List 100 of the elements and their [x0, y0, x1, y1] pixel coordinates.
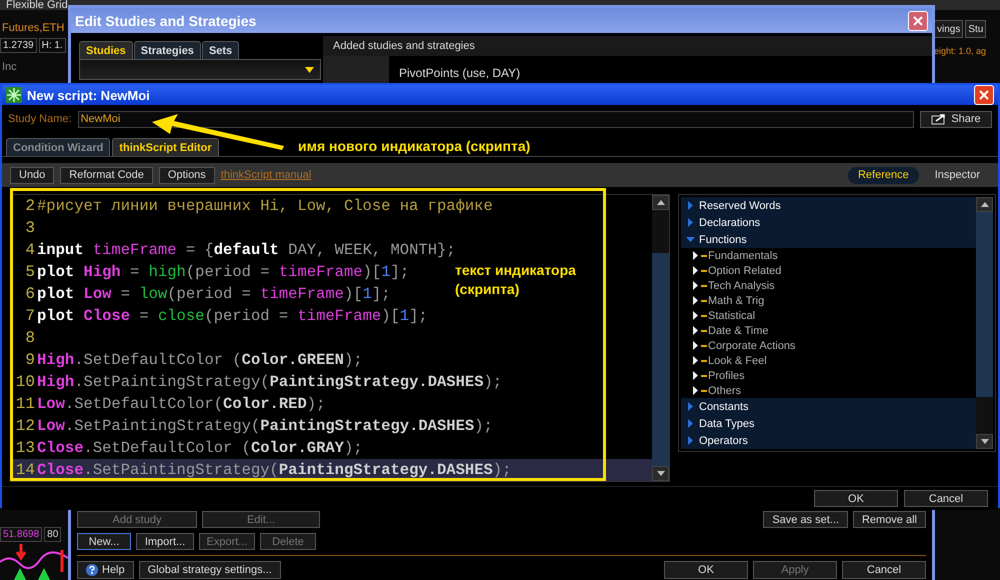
- study-thumbnail: [323, 56, 389, 86]
- close-icon: [979, 90, 989, 100]
- toolbar-button[interactable]: Reformat Code: [60, 166, 153, 184]
- code-line: #рисует линии вчерашних Hi, Low, Close на графике: [37, 197, 493, 215]
- high-cell: H: 1.: [38, 38, 66, 53]
- study-dropdown[interactable]: [79, 59, 321, 80]
- code-line: Low.SetPaintingStrategy(PaintingStrategy.DASHES);: [37, 417, 493, 435]
- close-button[interactable]: [908, 10, 928, 30]
- expanded-icon: [686, 235, 695, 244]
- set-button[interactable]: Save as set...: [763, 511, 848, 528]
- line-number: 12: [14, 417, 35, 435]
- tree-item[interactable]: Fundamentals: [681, 248, 976, 263]
- tree-connector: [701, 314, 707, 316]
- tool-button[interactable]: vings: [934, 20, 964, 38]
- tree-node[interactable]: Constants: [681, 398, 976, 415]
- code-line: Close.SetPaintingStrategy(PaintingStrategy.DASHES);: [37, 461, 512, 479]
- row-label: Inc: [1, 60, 18, 75]
- panel-tab[interactable]: Inspector: [924, 166, 990, 184]
- panel-tab[interactable]: Reference: [848, 166, 919, 184]
- scrollbar[interactable]: [652, 195, 669, 481]
- tree-connector: [701, 270, 707, 272]
- tree-node[interactable]: Operators: [681, 432, 976, 449]
- tree-item[interactable]: Option Related: [681, 263, 976, 278]
- dialog-button[interactable]: Cancel: [842, 561, 926, 579]
- tree-connector: [701, 360, 707, 362]
- study-button[interactable]: New...: [77, 533, 131, 550]
- tab[interactable]: Strategies: [134, 41, 201, 59]
- info-text: eight: 1.0, ag: [934, 45, 988, 58]
- tree-node[interactable]: Reserved Words: [681, 197, 976, 214]
- code-line: plot Low = low(period = timeFrame)[1];: [37, 285, 390, 303]
- tree-node[interactable]: Declarations: [681, 214, 976, 231]
- scroll-thumb[interactable]: [652, 210, 669, 253]
- code-line: plot Close = close(period = timeFrame)[1];: [37, 307, 428, 325]
- tree-item[interactable]: Statistical: [681, 308, 976, 323]
- help-icon: [86, 564, 98, 576]
- line-number: 8: [24, 329, 35, 347]
- settings-button[interactable]: Global strategy settings...: [138, 561, 281, 579]
- up-arrow-icon: [980, 202, 988, 207]
- code-line: input timeFrame = {default DAY, WEEK, MONTH};: [37, 241, 456, 259]
- line-number: 6: [24, 285, 35, 303]
- share-icon: [931, 113, 948, 125]
- share-button[interactable]: Share: [920, 110, 992, 128]
- pane-header: Added studies and strategies: [323, 36, 932, 56]
- symbol-text: Futures,ETH: [1, 21, 66, 36]
- code-line: High.SetPaintingStrategy(PaintingStrategy.DASHES);: [37, 373, 502, 391]
- tree-connector: [701, 254, 707, 256]
- window-title: Edit Studies and Strategies: [75, 12, 258, 28]
- dialog-button[interactable]: OK: [664, 561, 748, 579]
- tree-item[interactable]: Date & Time: [681, 323, 976, 338]
- tree-connector: [701, 344, 707, 346]
- scrollbar[interactable]: [976, 197, 993, 449]
- tree-connector: [701, 300, 707, 302]
- tree-item[interactable]: Profiles: [681, 368, 976, 383]
- tree-item[interactable]: Math & Trig: [681, 293, 976, 308]
- line-number: 2: [24, 197, 35, 215]
- tree-connector: [701, 330, 707, 332]
- help-button[interactable]: Help: [77, 561, 134, 579]
- down-arrow-icon: [656, 471, 664, 476]
- tab[interactable]: Sets: [202, 41, 240, 59]
- code-line: Close.SetDefaultColor (Color.GRAY);: [37, 439, 363, 457]
- tree-node[interactable]: Functions: [681, 231, 976, 248]
- price-cell: 1.2739: [0, 38, 37, 53]
- tab[interactable]: thinkScript Editor: [112, 138, 219, 156]
- scroll-thumb[interactable]: [976, 397, 993, 434]
- set-button[interactable]: Remove all: [852, 511, 926, 528]
- line-number: 4: [24, 241, 35, 259]
- line-number: 3: [24, 219, 35, 237]
- reading-cell: 80: [44, 527, 62, 542]
- tree-item[interactable]: Tech Analysis: [681, 278, 976, 293]
- tab[interactable]: Studies: [79, 41, 133, 59]
- leaf-icon: [6, 87, 22, 103]
- annotation-text: имя нового индикатора (скрипта): [298, 137, 532, 156]
- tree-node[interactable]: Data Types: [681, 415, 976, 432]
- tree-item[interactable]: Look & Feel: [681, 353, 976, 368]
- tree-item[interactable]: Corporate Actions: [681, 338, 976, 353]
- chart-drawing: [0, 542, 68, 580]
- line-number: 14: [14, 461, 35, 479]
- annotation-text: текст индикатора (скрипта): [455, 261, 577, 299]
- caret-icon: [305, 66, 314, 72]
- close-button[interactable]: [974, 85, 994, 105]
- tab[interactable]: Condition Wizard: [6, 138, 110, 156]
- toolbar-button[interactable]: Undo: [10, 166, 54, 184]
- studies-button[interactable]: Stu: [965, 20, 986, 38]
- study-item[interactable]: PivotPoints (use, DAY): [399, 66, 932, 80]
- tree-connector: [701, 390, 707, 392]
- toolbar-button[interactable]: Options: [158, 166, 215, 184]
- study-name-field[interactable]: NewMoi: [78, 110, 914, 128]
- up-arrow-icon: [656, 200, 664, 205]
- study-button[interactable]: Import...: [136, 533, 194, 550]
- tree-connector: [701, 284, 707, 286]
- line-number: 9: [24, 351, 35, 369]
- dialog-button[interactable]: Cancel: [904, 490, 988, 507]
- code-line: plot High = high(period = timeFrame)[1];: [37, 263, 410, 281]
- down-arrow-icon: [980, 439, 988, 444]
- tree-item[interactable]: Others: [681, 383, 976, 398]
- code-line: High.SetDefaultColor (Color.GREEN);: [37, 351, 363, 369]
- line-number: 10: [14, 373, 35, 391]
- window-title: New script: NewMoi: [27, 88, 151, 102]
- dialog-button[interactable]: OK: [814, 490, 898, 507]
- line-number: 7: [24, 307, 35, 325]
